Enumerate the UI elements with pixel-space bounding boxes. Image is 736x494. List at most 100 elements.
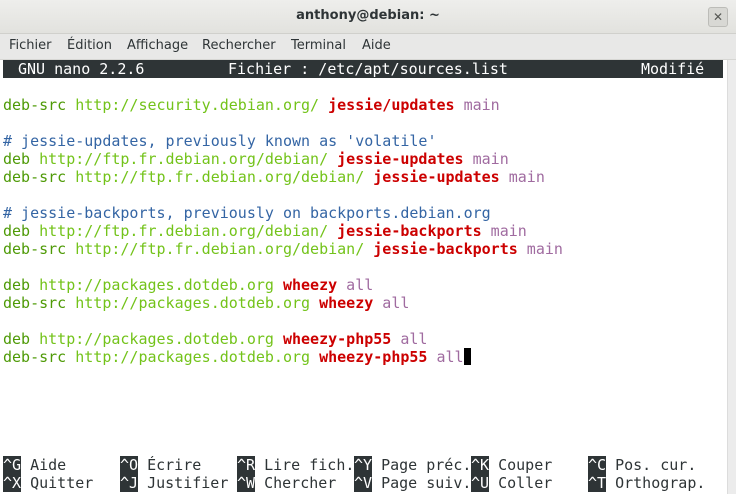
token-deb: deb-src xyxy=(3,168,76,186)
token-dist: jessie-updates xyxy=(373,168,500,186)
file-line: deb http://packages.dotdeb.org wheezy al… xyxy=(3,276,373,294)
shortcut-label: Aide xyxy=(21,456,67,474)
shortcut-label: Orthograp. xyxy=(606,474,706,492)
token-dist: wheezy xyxy=(282,276,338,294)
file-line: deb-src http://ftp.fr.debian.org/debian/… xyxy=(3,168,545,186)
nano-shortcut-bar: ^G Aide ^O Écrire ^R Lire fich. ^Y Page pré… xyxy=(3,456,723,492)
nano-header-bar: GNU nano 2.2.6 Fichier : /etc/apt/source… xyxy=(3,60,723,78)
token-deb: deb xyxy=(3,276,40,294)
token-dist: jessie-updates xyxy=(337,150,464,168)
token-dist: jessie/updates xyxy=(328,96,455,114)
token-url: http://packages.dotdeb.org xyxy=(75,348,320,366)
menu-affichage[interactable]: Affichage xyxy=(127,38,188,53)
shortcut-item: ^O Écrire xyxy=(120,456,201,474)
menu-aide[interactable]: Aide xyxy=(362,38,391,53)
token-dist: wheezy-php55 xyxy=(282,330,392,348)
menu-rechercher[interactable]: Rechercher xyxy=(202,38,276,53)
token-url: http://ftp.fr.debian.org/debian/ xyxy=(75,168,374,186)
menu-edition[interactable]: Édition xyxy=(67,38,112,53)
nano-version: GNU nano 2.2.6 xyxy=(18,60,145,78)
shortcut-label: Page préc. xyxy=(372,456,472,474)
file-line: deb http://ftp.fr.debian.org/debian/ jes… xyxy=(3,150,509,168)
shortcut-item: ^X Quitter xyxy=(3,474,93,492)
shortcut-label: Écrire xyxy=(138,456,202,474)
token-url: http://ftp.fr.debian.org/debian/ xyxy=(39,222,338,240)
shortcut-key: ^V xyxy=(354,474,373,492)
token-url: http://ftp.fr.debian.org/debian/ xyxy=(75,240,374,258)
shortcut-key: ^K xyxy=(471,456,490,474)
token-comp: main xyxy=(499,168,545,186)
token-url: http://packages.dotdeb.org xyxy=(75,294,320,312)
scrollbar[interactable] xyxy=(727,60,736,494)
window-titlebar: anthony@debian: ~ ✕ xyxy=(0,0,736,34)
token-url: http://packages.dotdeb.org xyxy=(39,330,283,348)
shortcut-label: Pos. cur. xyxy=(606,456,697,474)
file-line: deb-src http://ftp.fr.debian.org/debian/… xyxy=(3,240,563,258)
menu-fichier[interactable]: Fichier xyxy=(9,38,52,53)
token-comp: main xyxy=(481,222,527,240)
shortcut-item: ^Y Page préc. xyxy=(354,456,471,474)
file-line: deb-src http://packages.dotdeb.org wheez… xyxy=(3,294,409,312)
file-line: deb-src http://packages.dotdeb.org wheez… xyxy=(3,348,471,366)
file-line: # jessie-backports, previously on backpo… xyxy=(3,204,491,222)
shortcut-item: ^R Lire fich. xyxy=(237,456,354,474)
token-deb: deb-src xyxy=(3,294,76,312)
file-line: deb http://packages.dotdeb.org wheezy-ph… xyxy=(3,330,427,348)
token-comp: all xyxy=(427,348,464,366)
text-cursor xyxy=(463,348,471,365)
shortcut-item: ^J Justifier xyxy=(120,474,228,492)
shortcut-label: Couper xyxy=(489,456,553,474)
token-deb: deb-src xyxy=(3,240,76,258)
token-url: http://ftp.fr.debian.org/debian/ xyxy=(39,150,338,168)
file-line: deb http://ftp.fr.debian.org/debian/ jes… xyxy=(3,222,527,240)
token-deb: deb xyxy=(3,150,40,168)
close-icon[interactable]: ✕ xyxy=(708,7,728,27)
shortcut-item: ^G Aide xyxy=(3,456,66,474)
token-dist: wheezy-php55 xyxy=(319,348,428,366)
terminal-area[interactable]: GNU nano 2.2.6 Fichier : /etc/apt/source… xyxy=(0,60,727,494)
shortcut-item: ^V Page suiv. xyxy=(354,474,471,492)
shortcut-item: ^K Couper xyxy=(471,456,552,474)
token-comp: all xyxy=(337,276,374,294)
token-comment: # jessie-updates, previously known as 'v… xyxy=(3,132,437,150)
shortcut-key: ^O xyxy=(120,456,139,474)
shortcut-label: Quitter xyxy=(21,474,94,492)
window-title: anthony@debian: ~ xyxy=(296,8,440,23)
token-deb: deb xyxy=(3,330,40,348)
shortcut-key: ^G xyxy=(3,456,22,474)
token-comp: main xyxy=(454,96,500,114)
token-comp: all xyxy=(391,330,428,348)
file-line: deb-src http://security.debian.org/ jess… xyxy=(3,96,500,114)
token-deb: deb-src xyxy=(3,348,76,366)
shortcut-label: Lire fich. xyxy=(255,456,355,474)
menu-terminal[interactable]: Terminal xyxy=(291,38,346,53)
shortcut-label: Chercher xyxy=(255,474,337,492)
shortcut-label: Page suiv. xyxy=(372,474,472,492)
token-dist: jessie-backports xyxy=(373,240,518,258)
file-line: # jessie-updates, previously known as 'v… xyxy=(3,132,436,150)
shortcut-label: Coller xyxy=(489,474,553,492)
shortcut-item: ^W Chercher xyxy=(237,474,336,492)
token-dist: jessie-backports xyxy=(337,222,482,240)
token-url: http://packages.dotdeb.org xyxy=(39,276,283,294)
shortcut-key: ^X xyxy=(3,474,22,492)
shortcut-item: ^C Pos. cur. xyxy=(588,456,696,474)
token-deb: deb-src xyxy=(3,96,76,114)
token-comp: main xyxy=(463,150,509,168)
menu-bar: Fichier Édition Affichage Rechercher Ter… xyxy=(0,34,736,60)
token-deb: deb xyxy=(3,222,40,240)
token-url: http://security.debian.org/ xyxy=(75,96,329,114)
shortcut-key: ^J xyxy=(120,474,139,492)
shortcut-key: ^T xyxy=(588,474,607,492)
token-comment: # jessie-backports, previously on backpo… xyxy=(3,204,491,222)
shortcut-key: ^W xyxy=(237,474,256,492)
nano-filename: Fichier : /etc/apt/sources.list xyxy=(228,60,508,78)
token-comp: all xyxy=(373,294,410,312)
nano-modified-status: Modifié xyxy=(641,60,705,78)
shortcut-key: ^R xyxy=(237,456,256,474)
shortcut-label: Justifier xyxy=(138,474,229,492)
token-dist: wheezy xyxy=(319,294,374,312)
token-comp: main xyxy=(517,240,563,258)
shortcut-key: ^Y xyxy=(354,456,373,474)
shortcut-item: ^T Orthograp. xyxy=(588,474,705,492)
